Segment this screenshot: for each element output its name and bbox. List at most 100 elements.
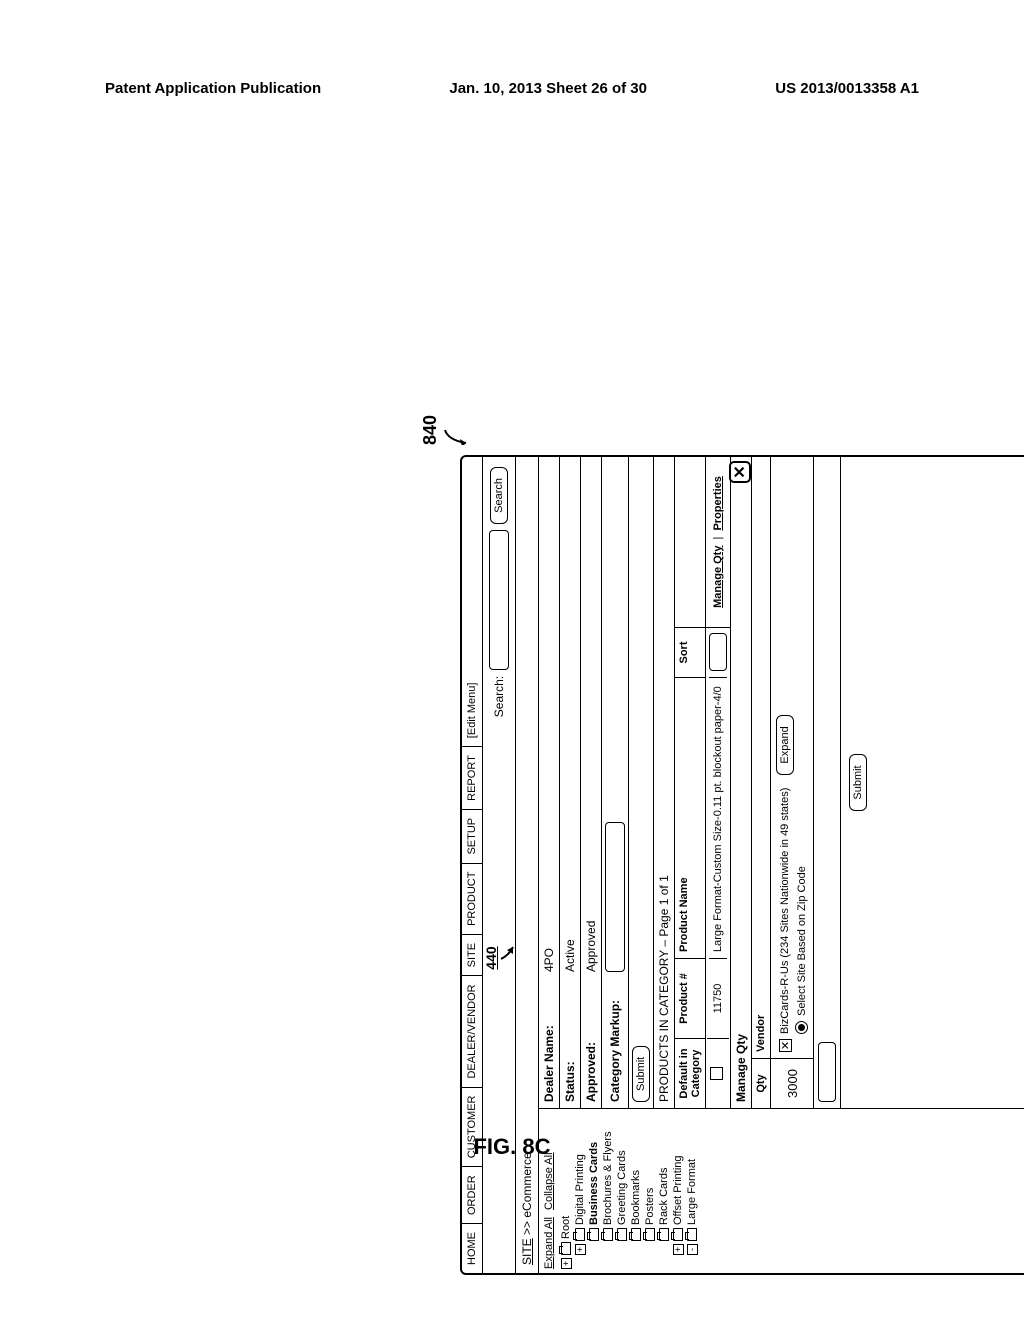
- products-header-row: PRODUCTS IN CATEGORY – Page 1 of 1: [654, 457, 675, 1108]
- tab-edit-menu[interactable]: [Edit Menu]: [462, 675, 482, 747]
- callout-840: 840: [420, 415, 468, 445]
- folder-icon: [659, 1228, 669, 1241]
- plus-icon[interactable]: +: [673, 1244, 684, 1255]
- sort-input[interactable]: [709, 633, 727, 671]
- sidebar: Expand All Collapse All + Root + Digital…: [539, 1108, 1024, 1273]
- vendor-sub-label: Select Site Based on Zip Code: [796, 866, 808, 1016]
- zip-input[interactable]: [818, 1042, 836, 1102]
- vendor-cell: ✕ BizCards-R-Us (234 Sites Nationwide in…: [771, 457, 813, 1058]
- folder-icon: [645, 1228, 655, 1241]
- plus-icon[interactable]: +: [561, 1258, 572, 1269]
- tab-dealer-vendor[interactable]: DEALER/VENDOR: [462, 975, 482, 1086]
- minus-icon[interactable]: -: [687, 1244, 698, 1255]
- header-right: US 2013/0013358 A1: [775, 80, 919, 97]
- dealer-name-row: Dealer Name: 4PO: [539, 457, 560, 1108]
- tree-node-bookmarks[interactable]: Bookmarks: [629, 1113, 643, 1241]
- product-name-cell: Large Format-Custom Size-0.11 pt. blocko…: [709, 677, 727, 958]
- plus-icon[interactable]: +: [575, 1244, 586, 1255]
- tree-label: Bookmarks: [630, 1170, 642, 1225]
- properties-link[interactable]: Properties: [712, 476, 724, 530]
- product-actions: Manage Qty | Properties: [709, 457, 727, 627]
- status-row: Status: Active: [560, 457, 581, 1108]
- callout-440: 440: [483, 943, 517, 973]
- products-header: PRODUCTS IN CATEGORY – Page 1 of 1: [657, 875, 671, 1102]
- zip-row: [814, 457, 841, 1108]
- content-panel: Dealer Name: 4PO Status: Active Approved…: [539, 457, 1024, 1108]
- tab-product[interactable]: PRODUCT: [462, 863, 482, 934]
- search-label: Search:: [492, 676, 506, 717]
- tab-site[interactable]: SITE: [462, 934, 482, 975]
- dealer-name-label: Dealer Name:: [542, 972, 556, 1102]
- col-sort: Sort: [675, 627, 705, 677]
- qty-table-header: Qty Vendor: [752, 457, 771, 1108]
- search-input[interactable]: [489, 530, 509, 670]
- callout-840-label: 840: [420, 415, 441, 445]
- manage-qty-link[interactable]: Manage Qty: [712, 546, 724, 608]
- tree-label: Digital Printing: [574, 1154, 586, 1225]
- tree-label: Greeting Cards: [616, 1150, 628, 1225]
- header-left: Patent Application Publication: [105, 80, 321, 97]
- status-value: Active: [563, 463, 577, 972]
- folder-icon: [631, 1228, 641, 1241]
- qty-value: 3000: [771, 1058, 813, 1108]
- col-product-name: Product Name: [675, 677, 705, 958]
- tab-setup[interactable]: SETUP: [462, 809, 482, 863]
- page-header: Patent Application Publication Jan. 10, …: [0, 80, 1024, 97]
- products-table-header: Default in Category Product # Product Na…: [675, 457, 706, 1108]
- search-box: Search: Search: [489, 467, 509, 717]
- expand-all-link[interactable]: Expand All: [543, 1217, 555, 1269]
- product-num-cell: 11750: [709, 958, 727, 1038]
- folder-icon: [589, 1228, 599, 1241]
- close-icon[interactable]: ✕: [729, 461, 751, 483]
- approved-row: Approved: Approved: [581, 457, 602, 1108]
- manage-qty-header: Manage Qty ✕: [731, 457, 752, 1108]
- markup-input[interactable]: [605, 822, 625, 972]
- dealer-name-value: 4PO: [542, 463, 556, 972]
- qty-col-label: Qty: [752, 1058, 770, 1108]
- submit-button-1[interactable]: Submit: [632, 1046, 650, 1102]
- approved-value: Approved: [584, 463, 598, 972]
- col-actions: [675, 457, 705, 627]
- radio-selected-icon[interactable]: [795, 1021, 808, 1034]
- submit-row-2: Submit: [841, 457, 875, 1108]
- folder-icon: [561, 1242, 571, 1255]
- approved-label: Approved:: [584, 972, 598, 1102]
- tab-order[interactable]: ORDER: [462, 1166, 482, 1223]
- product-row: 11750 Large Format-Custom Size-0.11 pt. …: [706, 457, 731, 1108]
- figure-caption: FIG. 8C: [0, 1134, 1024, 1160]
- folder-icon: [575, 1228, 585, 1241]
- folder-icon: [603, 1228, 613, 1241]
- tree-label: Offset Printing: [672, 1156, 684, 1226]
- tree-node-posters[interactable]: Posters: [643, 1113, 657, 1241]
- header-center: Jan. 10, 2013 Sheet 26 of 30: [449, 80, 647, 97]
- vendor-option-zip[interactable]: Select Site Based on Zip Code: [795, 463, 808, 1052]
- tree-label: Rack Cards: [658, 1168, 670, 1225]
- status-label: Status:: [563, 972, 577, 1102]
- vendor-main-label: BizCards-R-Us (234 Sites Nationwide in 4…: [779, 788, 791, 1034]
- tree-label: Root: [560, 1216, 572, 1239]
- tree-label: Large Format: [686, 1159, 698, 1225]
- tab-home[interactable]: HOME: [462, 1223, 482, 1273]
- tab-report[interactable]: REPORT: [462, 746, 482, 809]
- markup-row: Category Markup:: [602, 457, 629, 1108]
- tree-node-brochures[interactable]: Brochures & Flyers: [601, 1113, 615, 1241]
- col-product-num: Product #: [675, 958, 705, 1038]
- checkbox-checked-icon[interactable]: ✕: [779, 1039, 792, 1052]
- submit-button-2[interactable]: Submit: [849, 754, 867, 810]
- tree-label: Posters: [644, 1188, 656, 1225]
- expand-button[interactable]: Expand: [776, 715, 794, 774]
- breadcrumb-sep: >>: [520, 1221, 534, 1235]
- breadcrumb-current: eCommerce: [520, 1152, 534, 1217]
- vendor-row: 3000 ✕ BizCards-R-Us (234 Sites Nationwi…: [771, 457, 814, 1108]
- collapse-all-link[interactable]: Collapse All: [543, 1152, 555, 1209]
- tree-node-rack-cards[interactable]: Rack Cards: [657, 1113, 671, 1241]
- breadcrumb-site[interactable]: SITE: [520, 1238, 534, 1265]
- tree-node-business-cards[interactable]: Business Cards: [587, 1113, 601, 1241]
- tree-node-greeting-cards[interactable]: Greeting Cards: [615, 1113, 629, 1241]
- vendor-option-main[interactable]: ✕ BizCards-R-Us (234 Sites Nationwide in…: [776, 463, 794, 1052]
- callout-440-label: 440: [483, 946, 499, 969]
- folder-icon: [617, 1228, 627, 1241]
- default-checkbox[interactable]: [710, 1067, 723, 1080]
- search-button[interactable]: Search: [490, 467, 508, 524]
- vendor-col-label: Vendor: [752, 457, 770, 1058]
